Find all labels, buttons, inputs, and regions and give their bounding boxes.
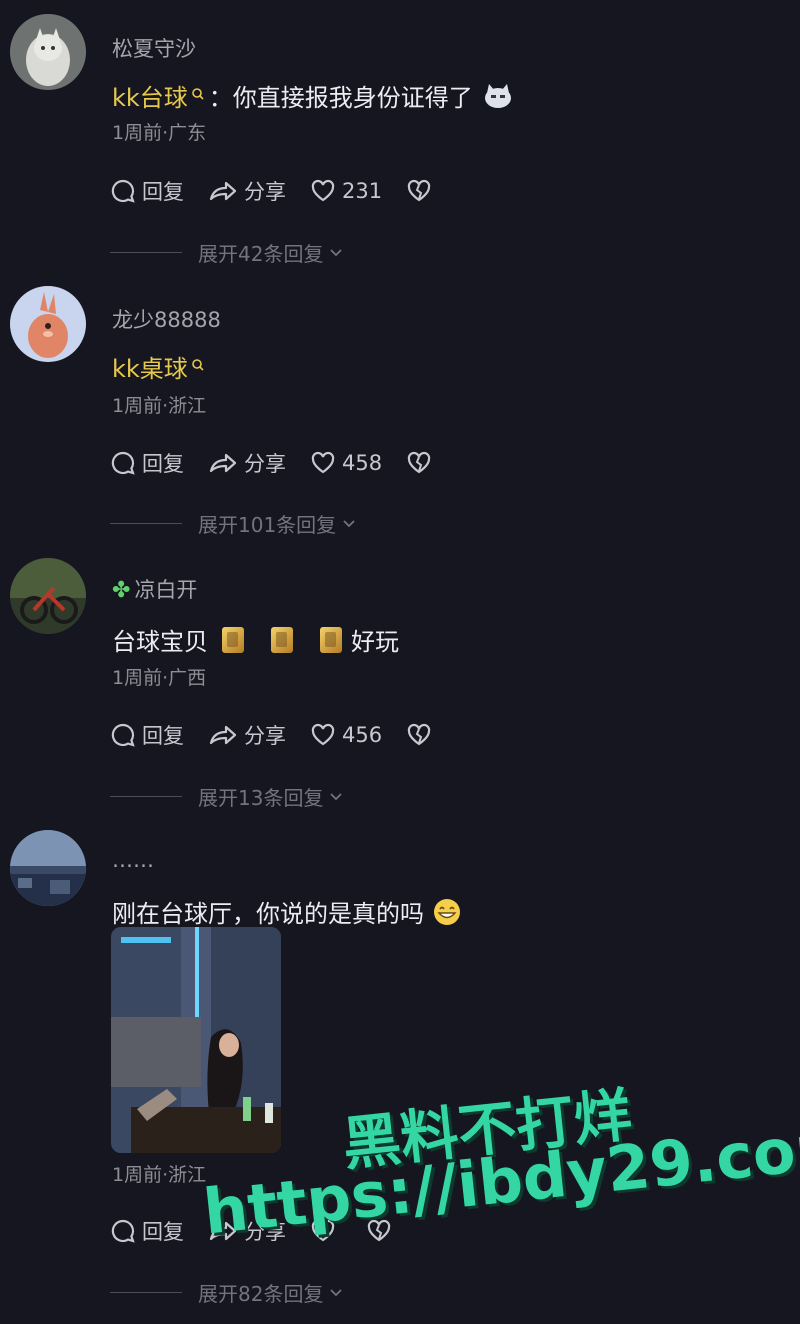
username[interactable]: ……	[112, 848, 154, 872]
comment-body-prefix: 台球宝贝	[112, 628, 208, 656]
comment-body-suffix: 好玩	[351, 628, 399, 656]
chevron-down-icon	[343, 519, 355, 527]
search-icon	[191, 87, 204, 100]
comment-meta: 1周前·浙江	[112, 1164, 207, 1186]
grin-emoji-icon	[434, 898, 460, 925]
divider	[110, 252, 182, 253]
reply-label: 回复	[142, 452, 184, 476]
like-button[interactable]: 231	[310, 179, 382, 203]
broken-heart-icon	[407, 451, 431, 474]
heart-icon	[311, 179, 335, 202]
reply-label: 回复	[142, 1220, 184, 1244]
gold-bar-emoji-icon	[271, 626, 293, 653]
comment-text: kk桌球	[112, 349, 209, 384]
chevron-down-icon	[330, 792, 343, 800]
reply-button[interactable]: 回复	[110, 448, 184, 478]
share-label: 分享	[244, 724, 286, 748]
comment-meta: 1周前·广西	[112, 667, 207, 689]
like-button[interactable]: 456	[310, 723, 382, 747]
reply-icon	[111, 451, 135, 475]
like-count: 456	[342, 723, 383, 747]
expand-label: 展开13条回复	[198, 786, 324, 810]
like-count: 458	[342, 451, 383, 475]
reply-button[interactable]: 回复	[110, 176, 184, 206]
reply-icon	[111, 723, 135, 747]
heart-icon	[311, 451, 335, 474]
expand-replies[interactable]: 展开82条回复	[110, 1278, 343, 1307]
comment-meta: 1周前·广东	[112, 122, 207, 144]
gold-bar-emoji-icon	[320, 626, 342, 653]
like-button[interactable]: 458	[310, 451, 382, 475]
broken-heart-icon	[407, 723, 431, 746]
cat-emoji-icon	[484, 83, 511, 108]
broken-heart-icon	[407, 179, 431, 202]
username-text: 凉白开	[134, 578, 198, 602]
heart-icon	[311, 723, 335, 746]
avatar[interactable]	[10, 830, 86, 906]
username[interactable]: 龙少88888	[112, 304, 221, 334]
avatar[interactable]	[10, 14, 86, 90]
comment-actions: 回复 分享 231	[110, 176, 462, 206]
reply-button[interactable]: 回复	[110, 720, 184, 750]
share-label: 分享	[244, 452, 286, 476]
dislike-button[interactable]	[406, 723, 438, 747]
expand-label: 展开82条回复	[198, 1282, 324, 1306]
mention-link[interactable]: kk台球	[112, 78, 188, 113]
reply-icon	[111, 1219, 135, 1243]
divider	[110, 1292, 182, 1293]
reply-label: 回复	[142, 180, 184, 204]
expand-replies[interactable]: 展开13条回复	[110, 782, 343, 811]
username[interactable]: ✤ 凉白开	[112, 574, 197, 604]
reply-icon	[111, 179, 135, 203]
avatar[interactable]	[10, 558, 86, 634]
dislike-button[interactable]	[406, 179, 438, 203]
expand-replies[interactable]: 展开101条回复	[110, 509, 356, 538]
expand-label: 展开42条回复	[198, 242, 324, 266]
comment-text: 台球宝贝 好玩	[112, 622, 399, 657]
share-icon	[209, 181, 237, 201]
comment-photo[interactable]	[111, 927, 281, 1153]
comment-text: 刚在台球厅，你说的是真的吗	[112, 894, 462, 929]
share-icon	[209, 725, 237, 745]
comment-meta: 1周前·浙江	[112, 395, 207, 417]
divider	[110, 796, 182, 797]
comment-actions: 回复 分享 458	[110, 448, 462, 478]
dislike-button[interactable]	[406, 451, 438, 475]
share-button[interactable]: 分享	[208, 448, 286, 478]
search-icon	[191, 358, 204, 371]
gold-bar-emoji-icon	[222, 626, 244, 653]
chevron-down-icon	[330, 1288, 343, 1296]
chevron-down-icon	[330, 248, 343, 256]
comment-body: 刚在台球厅，你说的是真的吗	[112, 900, 424, 928]
share-button[interactable]: 分享	[208, 720, 286, 750]
clover-icon: ✤	[112, 578, 131, 603]
comment-body: ：你直接报我身份证得了	[208, 84, 473, 112]
share-icon	[209, 453, 237, 473]
reply-label: 回复	[142, 724, 184, 748]
username[interactable]: 松夏守沙	[112, 33, 196, 63]
comment-text: kk台球 ：你直接报我身份证得了	[112, 78, 513, 113]
expand-label: 展开101条回复	[198, 513, 337, 537]
share-button[interactable]: 分享	[208, 176, 286, 206]
comment-actions: 回复 分享 456	[110, 720, 462, 750]
avatar[interactable]	[10, 286, 86, 362]
divider	[110, 523, 182, 524]
expand-replies[interactable]: 展开42条回复	[110, 238, 343, 267]
reply-button[interactable]: 回复	[110, 1216, 184, 1246]
share-label: 分享	[244, 180, 286, 204]
like-count: 231	[342, 179, 383, 203]
mention-link[interactable]: kk桌球	[112, 349, 188, 384]
